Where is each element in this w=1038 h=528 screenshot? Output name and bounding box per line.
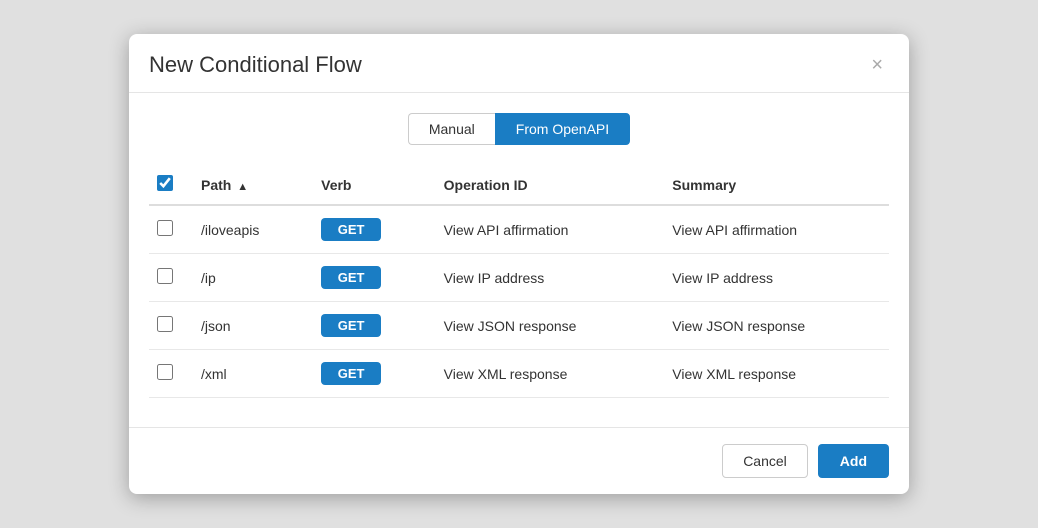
add-button[interactable]: Add — [818, 444, 889, 478]
row-operation-id: View IP address — [432, 254, 661, 302]
row-verb: GET — [309, 205, 432, 254]
select-all-checkbox[interactable] — [157, 175, 173, 191]
row-summary: View JSON response — [660, 302, 889, 350]
table-header-row: Path ▲ Verb Operation ID Summary — [149, 165, 889, 205]
dialog-footer: Cancel Add — [129, 427, 909, 494]
row-verb: GET — [309, 254, 432, 302]
row-path: /xml — [189, 350, 309, 398]
row-check-cell — [149, 205, 189, 254]
header-summary: Summary — [660, 165, 889, 205]
sort-arrow-icon: ▲ — [237, 181, 248, 193]
row-operation-id: View API affirmation — [432, 205, 661, 254]
header-check — [149, 165, 189, 205]
row-path: /ip — [189, 254, 309, 302]
dialog-header: New Conditional Flow × — [129, 34, 909, 93]
table-row: /json GET View JSON response View JSON r… — [149, 302, 889, 350]
dialog: New Conditional Flow × Manual From OpenA… — [129, 34, 909, 494]
header-operation-id: Operation ID — [432, 165, 661, 205]
table-row: /ip GET View IP address View IP address — [149, 254, 889, 302]
row-operation-id: View JSON response — [432, 302, 661, 350]
cancel-button[interactable]: Cancel — [722, 444, 808, 478]
table-wrap: Path ▲ Verb Operation ID Summary /ilovea… — [149, 165, 889, 417]
row-check-cell — [149, 302, 189, 350]
table-row: /xml GET View XML response View XML resp… — [149, 350, 889, 398]
row-check-cell — [149, 254, 189, 302]
row-verb: GET — [309, 302, 432, 350]
verb-badge: GET — [321, 362, 381, 385]
tab-manual[interactable]: Manual — [408, 113, 495, 145]
row-path: /json — [189, 302, 309, 350]
dialog-title: New Conditional Flow — [149, 52, 362, 78]
row-summary: View API affirmation — [660, 205, 889, 254]
header-verb: Verb — [309, 165, 432, 205]
row-verb: GET — [309, 350, 432, 398]
row-checkbox-1[interactable] — [157, 268, 173, 284]
row-summary: View IP address — [660, 254, 889, 302]
header-path[interactable]: Path ▲ — [189, 165, 309, 205]
api-table: Path ▲ Verb Operation ID Summary /ilovea… — [149, 165, 889, 398]
row-check-cell — [149, 350, 189, 398]
row-checkbox-3[interactable] — [157, 364, 173, 380]
tab-bar: Manual From OpenAPI — [149, 113, 889, 145]
verb-badge: GET — [321, 314, 381, 337]
row-path: /iloveapis — [189, 205, 309, 254]
row-checkbox-0[interactable] — [157, 220, 173, 236]
verb-badge: GET — [321, 218, 381, 241]
row-checkbox-2[interactable] — [157, 316, 173, 332]
verb-badge: GET — [321, 266, 381, 289]
table-row: /iloveapis GET View API affirmation View… — [149, 205, 889, 254]
row-summary: View XML response — [660, 350, 889, 398]
row-operation-id: View XML response — [432, 350, 661, 398]
dialog-body: Manual From OpenAPI Path ▲ Verb Operatio… — [129, 93, 909, 417]
close-button[interactable]: × — [865, 53, 889, 77]
tab-from-openapi[interactable]: From OpenAPI — [495, 113, 630, 145]
